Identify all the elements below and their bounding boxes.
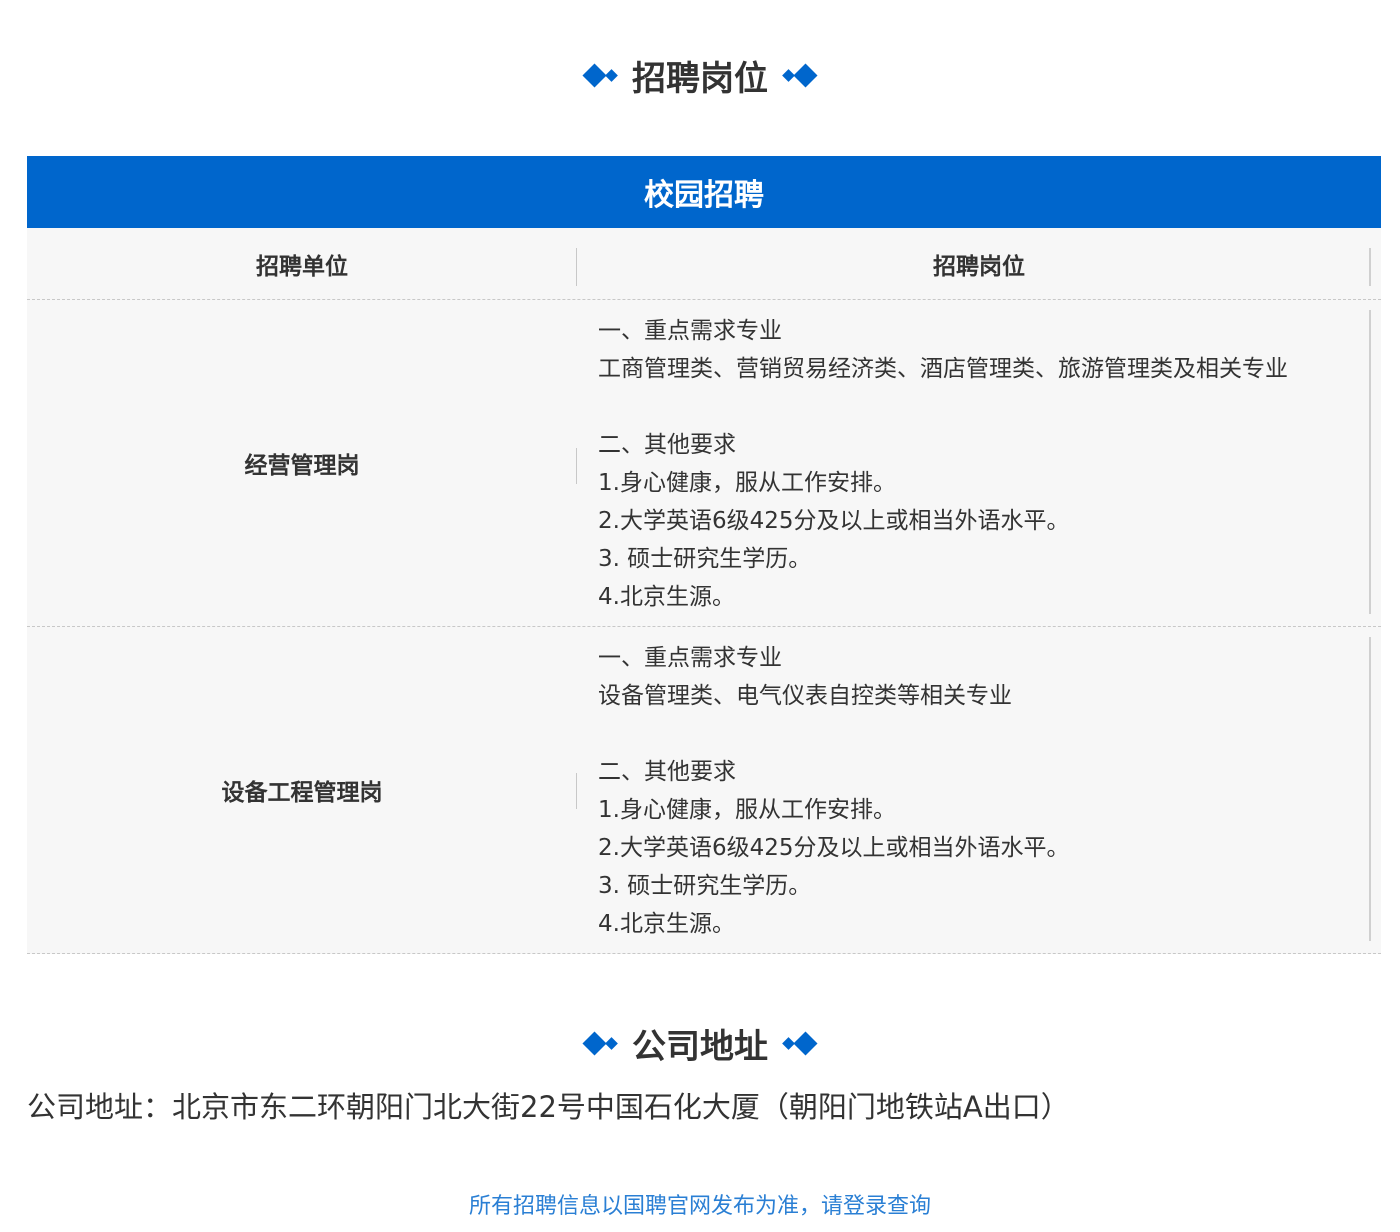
- header-position: 招聘岗位: [577, 228, 1381, 299]
- table-header-row: 招聘单位 招聘岗位: [27, 228, 1381, 300]
- table-banner: 校园招聘: [27, 156, 1381, 228]
- company-address: 公司地址：北京市东二环朝阳门北大街22号中国石化大厦（朝阳门地铁站A出口）: [27, 1090, 1070, 1124]
- requirement-line: 2.大学英语6级425分及以上或相当外语水平。: [598, 835, 1070, 861]
- requirement-line: 4.北京生源。: [598, 911, 735, 937]
- diamond-decoration-icon: [782, 1030, 818, 1056]
- address-section-title: 公司地址: [0, 1018, 1400, 1068]
- diamond-decoration-icon: [782, 62, 818, 88]
- diamond-decoration-icon: [582, 1030, 618, 1056]
- positions-section-title: 招聘岗位: [0, 50, 1400, 100]
- requirement-line: 4.北京生源。: [598, 584, 735, 610]
- requirement-line: [598, 715, 1381, 753]
- requirement-line: 一、重点需求专业: [598, 645, 782, 671]
- address-title-text: 公司地址: [632, 1026, 768, 1067]
- requirement-line: 3. 硕士研究生学历。: [598, 873, 812, 899]
- requirement-line: 二、其他要求: [598, 759, 736, 785]
- positions-title-text: 招聘岗位: [632, 58, 768, 99]
- requirement-line: 1.身心健康，服从工作安排。: [598, 470, 896, 496]
- requirement-line: 3. 硕士研究生学历。: [598, 546, 812, 572]
- header-unit: 招聘单位: [27, 228, 577, 299]
- row-requirements: 一、重点需求专业 设备管理类、电气仪表自控类等相关专业 二、其他要求 1.身心健…: [577, 627, 1381, 953]
- row-requirements: 一、重点需求专业 工商管理类、营销贸易经济类、酒店管理类、旅游管理类及相关专业 …: [577, 300, 1381, 626]
- requirement-line: 1.身心健康，服从工作安排。: [598, 797, 896, 823]
- table-row: 经营管理岗 一、重点需求专业 工商管理类、营销贸易经济类、酒店管理类、旅游管理类…: [27, 300, 1381, 627]
- table-row: 设备工程管理岗 一、重点需求专业 设备管理类、电气仪表自控类等相关专业 二、其他…: [27, 627, 1381, 954]
- recruitment-table: 校园招聘 招聘单位 招聘岗位 经营管理岗 一、重点需求专业 工商管理类、营销贸易…: [27, 156, 1381, 954]
- requirement-line: 二、其他要求: [598, 432, 736, 458]
- requirement-line: 设备管理类、电气仪表自控类等相关专业: [598, 683, 1012, 709]
- row-unit: 设备工程管理岗: [27, 627, 577, 953]
- requirement-line: 工商管理类、营销贸易经济类、酒店管理类、旅游管理类及相关专业: [598, 356, 1288, 382]
- requirement-line: [598, 388, 1381, 426]
- requirement-line: 2.大学英语6级425分及以上或相当外语水平。: [598, 508, 1070, 534]
- requirement-line: 一、重点需求专业: [598, 318, 782, 344]
- footer-note-link[interactable]: 所有招聘信息以国聘官网发布为准，请登录查询: [0, 1188, 1400, 1220]
- row-unit: 经营管理岗: [27, 300, 577, 626]
- diamond-decoration-icon: [582, 62, 618, 88]
